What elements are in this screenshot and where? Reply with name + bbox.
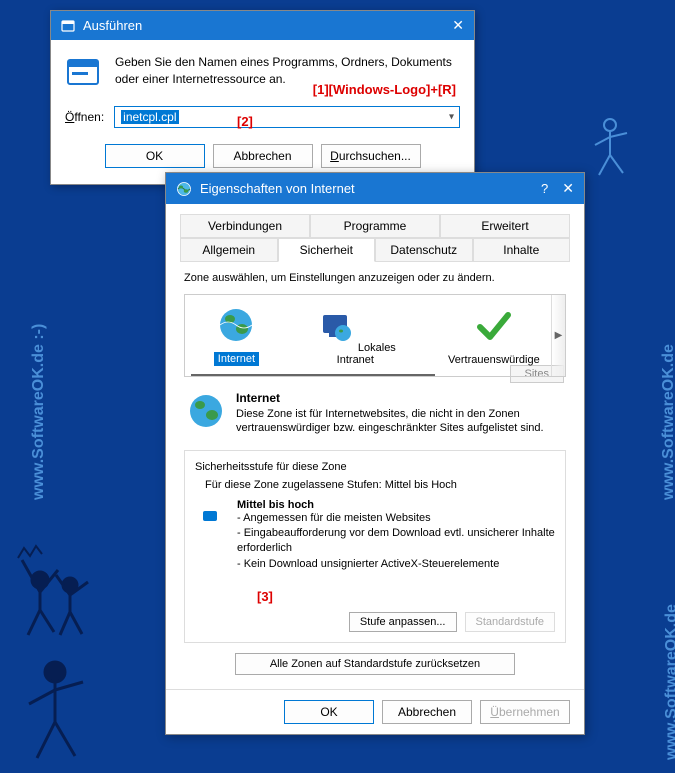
zone-intranet[interactable]: Lokales Intranet (298, 307, 413, 366)
globe-icon (216, 305, 256, 345)
level-bullet: - Eingabeaufforderung vor dem Download e… (237, 526, 555, 557)
annotation-2: [2] (237, 114, 253, 129)
zone-selector: Internet Lokales Intranet Vertrauenswürd… (184, 294, 566, 377)
zone-label: Internet (214, 352, 259, 366)
stick-figure-icon (10, 540, 100, 640)
chevron-down-icon[interactable]: ▾ (449, 112, 454, 123)
ok-button[interactable]: OK (284, 700, 374, 724)
globe-icon (186, 391, 226, 431)
tab-erweitert[interactable]: Erweitert (440, 214, 570, 238)
default-level-button: Standardstufe (465, 612, 556, 632)
dialog-footer: OK Abbrechen Übernehmen (166, 689, 584, 734)
tab-verbindungen[interactable]: Verbindungen (180, 214, 310, 238)
run-input[interactable]: inetcpl.cpl (114, 106, 460, 128)
level-name: Mittel bis hoch (237, 499, 555, 511)
watermark-left: www.SoftwareOK.de :-) (30, 324, 48, 500)
open-label: Öffnen: (65, 110, 104, 124)
security-level-title: Sicherheitsstufe für diese Zone (195, 461, 555, 473)
tab-inhalte[interactable]: Inhalte (473, 238, 571, 262)
globe-icon (176, 181, 192, 197)
annotation-3: [3] (257, 589, 273, 604)
zone-internet[interactable]: Internet (193, 305, 280, 366)
level-bullet: - Kein Download unsignierter ActiveX-Ste… (237, 557, 555, 572)
browse-button[interactable]: Durchsuchen... (321, 144, 421, 168)
checkmark-icon (474, 307, 514, 347)
inet-titlebar[interactable]: Eigenschaften von Internet ? ✕ (166, 173, 584, 204)
inet-title-text: Eigenschaften von Internet (200, 181, 355, 196)
zone-description: Zone auswählen, um Einstellungen anzuzei… (184, 272, 566, 284)
apply-button: Übernehmen (480, 700, 570, 724)
stick-figure-icon (15, 650, 95, 770)
security-level-box: Sicherheitsstufe für diese Zone Für dies… (184, 450, 566, 644)
cancel-button[interactable]: Abbrechen (382, 700, 472, 724)
tabs: Verbindungen Programme Erweitert Allgeme… (180, 214, 570, 262)
tab-programme[interactable]: Programme (310, 214, 440, 238)
selected-zone-title: Internet (236, 391, 564, 405)
run-titlebar-icon (61, 19, 75, 33)
stick-figure-icon (585, 115, 635, 185)
adjust-level-button[interactable]: Stufe anpassen... (349, 612, 457, 632)
level-bullet: - Angemessen für die meisten Websites (237, 511, 555, 526)
selected-zone-desc: Diese Zone ist für Internetwebsites, die… (236, 407, 564, 436)
close-icon[interactable]: ✕ (562, 180, 574, 197)
tab-sicherheit[interactable]: Sicherheit (278, 238, 376, 262)
scroll-right-icon[interactable]: ▶ (551, 295, 565, 376)
watermark-right: www.SoftwareOK.de :-) (660, 344, 675, 500)
security-slider[interactable] (195, 499, 225, 573)
tab-datenschutz[interactable]: Datenschutz (375, 238, 473, 262)
run-icon (65, 54, 101, 90)
help-icon[interactable]: ? (541, 181, 548, 196)
ok-button[interactable]: OK (105, 144, 205, 168)
monitor-globe-icon (315, 307, 355, 347)
reset-all-zones-button[interactable]: Alle Zonen auf Standardstufe zurücksetze… (235, 653, 515, 675)
zone-trusted[interactable]: Vertrauenswürdige (431, 307, 557, 366)
run-titlebar[interactable]: Ausführen ✕ (51, 11, 474, 40)
cancel-button[interactable]: Abbrechen (213, 144, 313, 168)
zone-label: Vertrauenswürdige (448, 354, 540, 366)
internet-properties-dialog: Eigenschaften von Internet ? ✕ Verbindun… (165, 172, 585, 735)
allowed-levels: Für diese Zone zugelassene Stufen: Mitte… (205, 479, 555, 491)
run-dialog: Ausführen ✕ Geben Sie den Namen eines Pr… (50, 10, 475, 185)
run-title-text: Ausführen (83, 18, 142, 33)
tab-allgemein[interactable]: Allgemein (180, 238, 278, 262)
watermark-bottom: www.SoftwareOK.de :-) (663, 604, 675, 760)
close-icon[interactable]: ✕ (452, 17, 464, 34)
annotation-1: [1][Windows-Logo]+[R] (313, 82, 456, 97)
